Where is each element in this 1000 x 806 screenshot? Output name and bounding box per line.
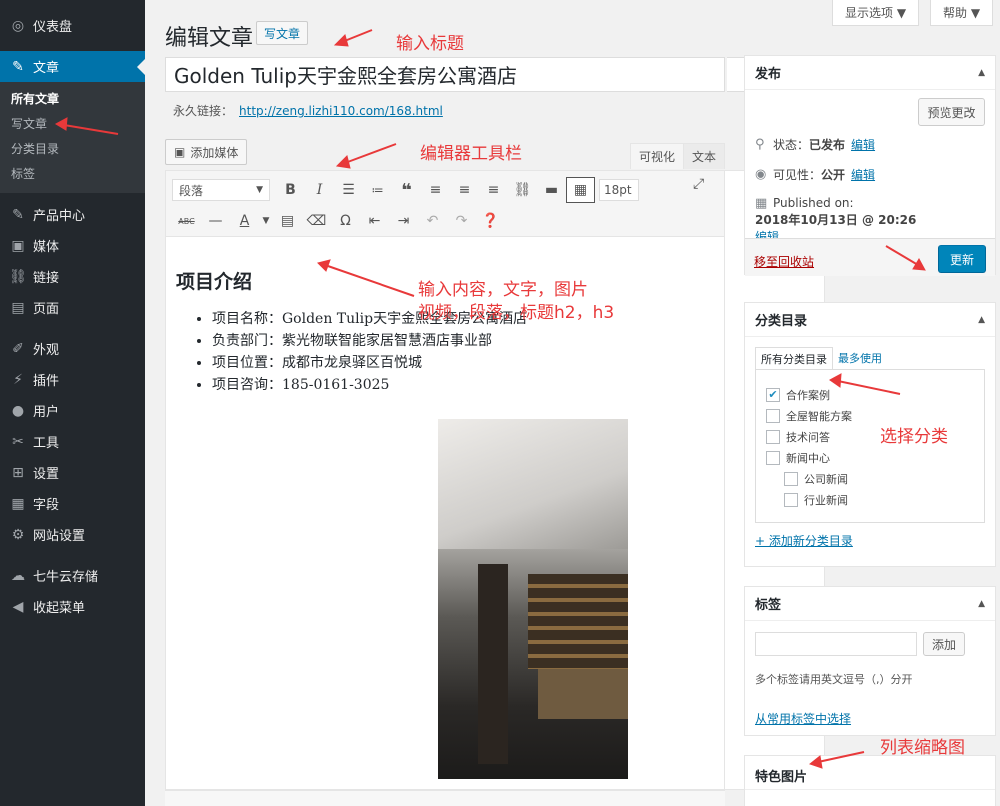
arrow-head <box>54 117 68 131</box>
annotation-thumbnail: 列表缩略图 <box>880 738 965 758</box>
arrow-head <box>829 373 842 388</box>
arrow-head <box>317 259 331 272</box>
arrow-head <box>808 755 823 769</box>
annotation-arrows <box>54 29 926 769</box>
arrow-featured <box>817 751 865 763</box>
arrow-category <box>837 380 901 395</box>
arrow-head <box>335 155 351 169</box>
arrow-content <box>324 264 415 297</box>
arrow-toolbar <box>344 143 397 164</box>
arrow-head <box>912 257 926 271</box>
arrow-head <box>333 34 349 47</box>
arrow-write <box>63 124 119 135</box>
annotation-category: 选择分类 <box>880 427 948 447</box>
annotation-title: 输入标题 <box>396 34 464 54</box>
annotation-content-1: 输入内容，文字，图片 <box>418 280 588 300</box>
annotation-content-2: 视频，段落，标题h2，h3 <box>418 303 615 323</box>
arrow-update <box>885 245 919 266</box>
annotation-toolbar: 编辑器工具栏 <box>420 144 522 164</box>
